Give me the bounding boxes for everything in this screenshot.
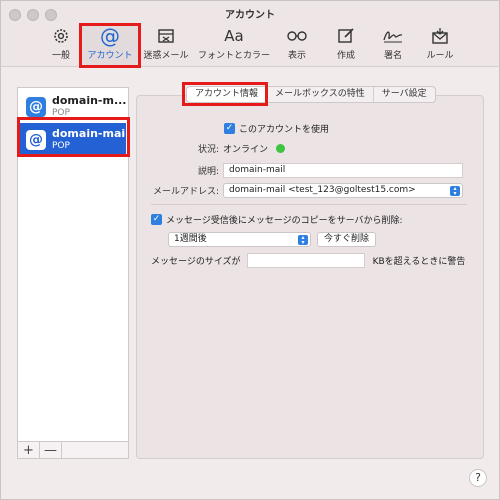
status-label: 状況:: [197, 145, 219, 155]
preferences-window: アカウント 一般 @ アカウント 迷惑メール Aa フォントとカラー 表示 作成…: [0, 0, 500, 500]
email-select[interactable]: domain-mail <test_123@goltest15.com> ▴ ▾: [223, 183, 463, 198]
size-warning-label: メッセージのサイズが: [151, 257, 241, 267]
account-item-1[interactable]: @ domain-m... POP: [20, 90, 126, 124]
compose-icon: [337, 25, 355, 47]
status-value: オンライン: [223, 145, 269, 155]
at-icon: @: [26, 130, 46, 150]
signature-icon: [382, 25, 404, 47]
remove-copy-label: メッセージ受信後にメッセージのコピーをサーバから削除:: [166, 216, 403, 226]
description-label: 説明:: [197, 167, 219, 177]
toolbar-rules[interactable]: ルール: [412, 23, 468, 65]
account-list-controls: + —: [17, 441, 129, 459]
account-item-2[interactable]: @ domain-mail POP: [20, 123, 129, 157]
tab-mailbox-behaviors[interactable]: メールボックスの特性: [267, 87, 374, 102]
use-account-checkbox[interactable]: ✓: [224, 123, 235, 134]
tab-account-info[interactable]: アカウント情報: [187, 87, 268, 102]
title-bar: アカウント 一般 @ アカウント 迷惑メール Aa フォントとカラー 表示 作成…: [1, 1, 499, 67]
remove-now-button[interactable]: 今すぐ削除: [317, 232, 377, 247]
description-field[interactable]: domain-mail: [223, 163, 463, 178]
remove-copy-row: ✓ メッセージ受信後にメッセージのコピーをサーバから削除:: [151, 213, 403, 226]
email-row: メールアドレス: domain-mail <test_123@goltest15…: [151, 183, 463, 198]
account-list: @ domain-m... POP @ domain-mail POP: [17, 87, 129, 459]
toolbar-junk[interactable]: 迷惑メール: [138, 23, 194, 65]
glasses-icon: [286, 25, 308, 47]
description-row: 説明: domain-mail: [151, 163, 463, 178]
gear-icon: [52, 25, 70, 47]
junk-icon: [157, 25, 175, 47]
at-icon: @: [100, 24, 120, 48]
add-account-button[interactable]: +: [18, 442, 40, 458]
help-button[interactable]: ?: [469, 469, 487, 487]
toolbar-general[interactable]: 一般: [33, 23, 89, 65]
window-title: アカウント: [225, 10, 275, 21]
remove-account-button[interactable]: —: [40, 442, 62, 458]
toolbar-fonts-colors[interactable]: Aa フォントとカラー: [198, 23, 270, 65]
toolbar-accounts[interactable]: @ アカウント: [82, 23, 138, 65]
rules-icon: [431, 25, 449, 47]
use-account-label: このアカウントを使用: [239, 125, 330, 135]
remove-period-row: 1週間後 ▴ ▾ 今すぐ削除: [168, 232, 377, 247]
font-icon: Aa: [224, 27, 244, 45]
online-status-icon: [276, 144, 286, 153]
size-warning-suffix: KBを超えるときに警告: [372, 257, 466, 267]
toolbar-viewing[interactable]: 表示: [269, 23, 325, 65]
remove-period-select[interactable]: 1週間後 ▴ ▾: [168, 232, 311, 247]
tab-server-settings[interactable]: サーバ設定: [374, 87, 435, 102]
use-account-row: ✓ このアカウントを使用: [224, 122, 329, 135]
status-row: 状況: オンライン: [151, 142, 286, 155]
select-stepper-icon: ▴ ▾: [298, 235, 308, 246]
size-warning-row: メッセージのサイズが KBを超えるときに警告: [151, 253, 465, 268]
size-limit-field[interactable]: [246, 253, 365, 268]
remove-copy-checkbox[interactable]: ✓: [151, 214, 162, 225]
divider: [151, 204, 467, 205]
at-icon: @: [26, 97, 46, 117]
email-label: メールアドレス:: [152, 187, 219, 197]
settings-tabs: アカウント情報 メールボックスの特性 サーバ設定: [186, 86, 436, 103]
select-stepper-icon: ▴ ▾: [450, 186, 460, 197]
